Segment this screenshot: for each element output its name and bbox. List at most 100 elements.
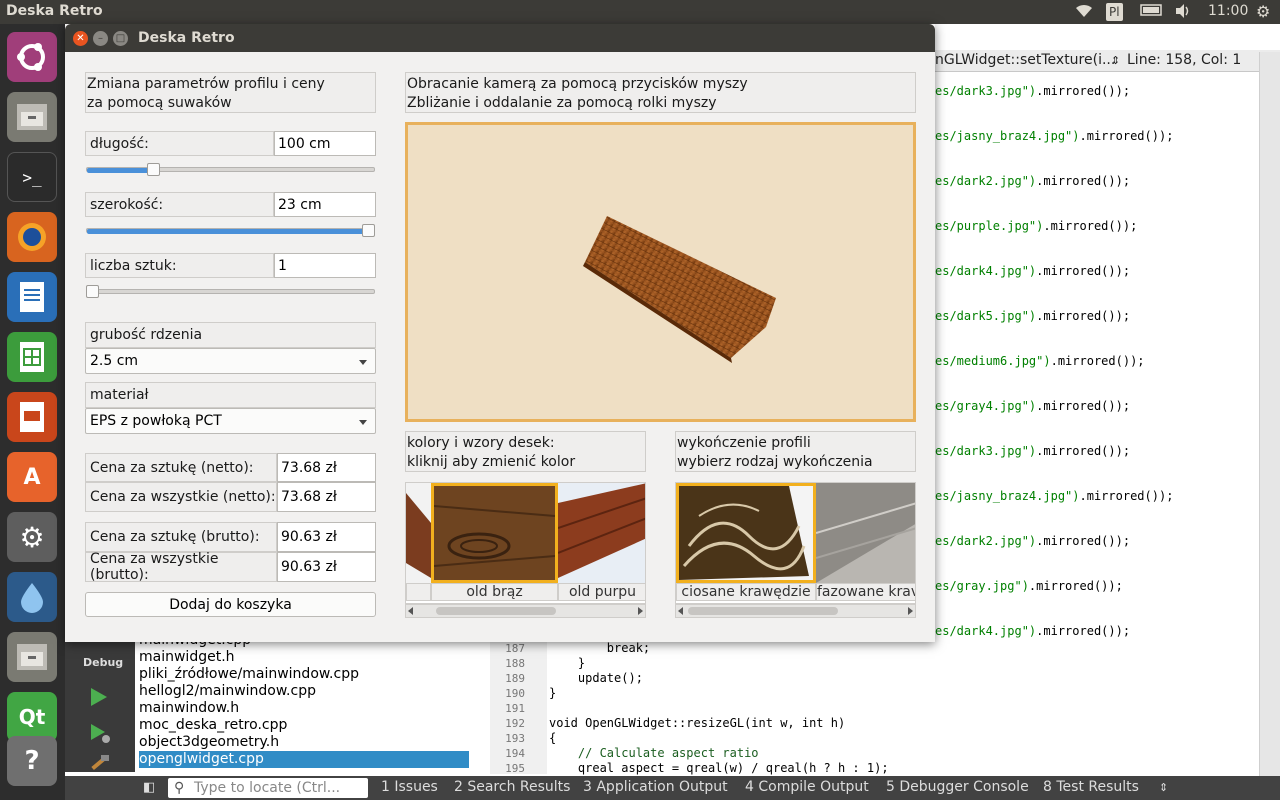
tab-search-results[interactable]: 2 Search Results bbox=[454, 779, 570, 795]
qt-creator-icon[interactable]: Qt bbox=[7, 692, 57, 742]
code-line: es/medium6.jpg").mirrored()); bbox=[935, 354, 1145, 368]
tab-compile-output[interactable]: 4 Compile Output bbox=[745, 779, 869, 795]
finish-scroll-thumb[interactable] bbox=[688, 607, 838, 615]
code-editor-top[interactable]: es/dark3.jpg").mirrored()); es/jasny_braz… bbox=[935, 72, 1265, 638]
finish-thumb-label-fazowane: fazowane krav bbox=[816, 583, 916, 601]
file-list-item[interactable]: hellogl2/mainwindow.cpp bbox=[139, 683, 469, 700]
file-list-item[interactable]: pliki_źródłowe/mainwindow.cpp bbox=[139, 666, 469, 683]
tab-application-output[interactable]: 3 Application Output bbox=[583, 779, 728, 795]
color-thumb-old-purpu[interactable] bbox=[557, 483, 645, 583]
firefox-icon[interactable] bbox=[7, 212, 57, 262]
color-thumb-old-braz[interactable] bbox=[431, 483, 558, 583]
wifi-icon[interactable] bbox=[1075, 3, 1093, 23]
editor-vertical-scrollbar[interactable] bbox=[1259, 52, 1280, 800]
line-number-gutter: 187 188 189 190 191 192 193 194 195 bbox=[490, 638, 547, 775]
active-app-title: Deska Retro bbox=[6, 3, 103, 19]
line-number: 191 bbox=[505, 702, 525, 715]
finish-thumbnails[interactable]: ciosane krawędzie fazowane krav bbox=[675, 482, 916, 604]
volume-icon[interactable] bbox=[1174, 3, 1192, 23]
material-select[interactable]: EPS z powłoką PCT bbox=[85, 408, 376, 434]
files-icon[interactable] bbox=[7, 92, 57, 142]
tab-issues[interactable]: 1 Issues bbox=[381, 779, 438, 795]
close-icon[interactable]: ✕ bbox=[73, 31, 88, 46]
minimize-icon[interactable]: – bbox=[93, 31, 108, 46]
keyboard-layout-indicator[interactable]: Pl bbox=[1106, 3, 1123, 21]
colors-scroll-thumb[interactable] bbox=[436, 607, 556, 615]
code-string: es/dark2.jpg") bbox=[935, 174, 1037, 188]
maximize-icon[interactable]: □ bbox=[113, 31, 128, 46]
colors-horizontal-scrollbar[interactable] bbox=[405, 604, 646, 618]
gear-icon[interactable]: ⚙ bbox=[1256, 2, 1270, 21]
system-settings-icon[interactable]: ⚙ bbox=[7, 512, 57, 562]
finish-thumb-ciosane[interactable] bbox=[676, 483, 816, 583]
locator-placeholder: Type to locate (Ctrl... bbox=[194, 780, 341, 796]
locator-input[interactable]: ⚲ Type to locate (Ctrl... bbox=[168, 778, 368, 798]
help-icon[interactable]: ? bbox=[7, 736, 57, 786]
scroll-right-icon[interactable] bbox=[908, 607, 913, 615]
battery-icon[interactable] bbox=[1140, 3, 1164, 21]
length-slider-handle[interactable] bbox=[146, 163, 160, 176]
editor-toolbar: nGLWidget::setTexture(i... ⇕ Line: 158, … bbox=[935, 50, 1280, 72]
scroll-left-icon[interactable] bbox=[678, 607, 683, 615]
line-number: 195 bbox=[505, 762, 525, 775]
length-field[interactable]: 100 cm bbox=[274, 131, 376, 156]
debug-run-icon[interactable] bbox=[89, 722, 111, 748]
search-icon: ⚲ bbox=[174, 780, 185, 796]
code-editor-bottom[interactable]: break; } update();} void OpenGLWidget::re… bbox=[547, 638, 1259, 775]
build-hammer-icon[interactable] bbox=[89, 754, 111, 776]
code-string: es/gray.jpg") bbox=[935, 579, 1029, 593]
sidebar-toggle-icon[interactable]: ◧ bbox=[143, 780, 155, 795]
scroll-right-icon[interactable] bbox=[638, 607, 643, 615]
file-list-item[interactable]: mainwindow.h bbox=[139, 700, 469, 717]
finish-thumb-fazowane[interactable] bbox=[815, 483, 915, 583]
price-all-net-label: Cena za wszystkie (netto): bbox=[85, 482, 277, 512]
software-center-icon[interactable]: A bbox=[7, 452, 57, 502]
3d-viewport[interactable] bbox=[405, 122, 916, 422]
calc-icon[interactable] bbox=[7, 332, 57, 382]
terminal-icon[interactable]: >_ bbox=[7, 152, 57, 202]
file-list-item[interactable]: object3dgeometry.h bbox=[139, 734, 469, 751]
code-line: es/jasny_braz4.jpg").mirrored()); bbox=[935, 129, 1173, 143]
file-list-item[interactable]: moc_deska_retro.cpp bbox=[139, 717, 469, 734]
panes-arrow-icon[interactable]: ⇕ bbox=[1159, 781, 1168, 794]
code-call: .mirrored()); bbox=[1036, 534, 1131, 548]
width-slider-handle[interactable] bbox=[362, 224, 375, 237]
params-header-line2: za pomocą suwaków bbox=[87, 95, 232, 111]
scroll-left-icon[interactable] bbox=[408, 607, 413, 615]
code-string: es/dark5.jpg") bbox=[935, 309, 1037, 323]
writer-icon[interactable] bbox=[7, 272, 57, 322]
files-icon-2[interactable] bbox=[7, 632, 57, 682]
impress-icon[interactable] bbox=[7, 392, 57, 442]
ubuntu-dash-icon[interactable] bbox=[7, 32, 57, 82]
color-thumb-0[interactable] bbox=[406, 483, 431, 583]
chevron-down-icon bbox=[359, 360, 367, 365]
width-field[interactable]: 23 cm bbox=[274, 192, 376, 217]
finish-header-line2: wybierz rodzaj wykończenia bbox=[677, 454, 873, 470]
function-combo-arrow-icon[interactable]: ⇕ bbox=[1111, 54, 1120, 67]
finish-thumb-label-ciosane: ciosane krawędzie bbox=[676, 583, 816, 601]
window-title: Deska Retro bbox=[138, 30, 235, 46]
count-field[interactable]: 1 bbox=[274, 253, 376, 278]
drop-app-icon[interactable] bbox=[7, 572, 57, 622]
run-icon[interactable] bbox=[89, 686, 109, 712]
file-list-item[interactable]: mainwidget.h bbox=[139, 649, 469, 666]
code-line: es/jasny_braz4.jpg").mirrored()); bbox=[935, 489, 1173, 503]
color-thumbnails[interactable]: old brąz old purpu bbox=[405, 482, 646, 604]
tab-test-results[interactable]: 8 Test Results bbox=[1043, 779, 1139, 795]
count-slider[interactable] bbox=[86, 289, 375, 294]
top-panel: Deska Retro Pl 11:00 ⚙ bbox=[0, 0, 1280, 24]
finish-horizontal-scrollbar[interactable] bbox=[675, 604, 916, 618]
clock[interactable]: 11:00 bbox=[1208, 3, 1248, 19]
price-unit-net-value: 73.68 zł bbox=[277, 453, 376, 482]
file-list-item[interactable]: openglwidget.cpp bbox=[139, 751, 469, 768]
function-combo[interactable]: nGLWidget::setTexture(i... bbox=[935, 52, 1115, 68]
length-label: długość: bbox=[85, 131, 274, 156]
count-slider-handle[interactable] bbox=[86, 285, 99, 298]
tab-debugger-console[interactable]: 5 Debugger Console bbox=[886, 779, 1029, 795]
code-string: es/dark4.jpg") bbox=[935, 624, 1037, 638]
price-all-gross-label: Cena za wszystkie (brutto): bbox=[85, 551, 277, 583]
core-thickness-select[interactable]: 2.5 cm bbox=[85, 348, 376, 374]
debug-mode-label[interactable]: Debug bbox=[83, 656, 123, 669]
add-to-cart-button[interactable]: Dodaj do koszyka bbox=[85, 592, 376, 617]
cursor-position[interactable]: Line: 158, Col: 1 bbox=[1127, 52, 1241, 68]
